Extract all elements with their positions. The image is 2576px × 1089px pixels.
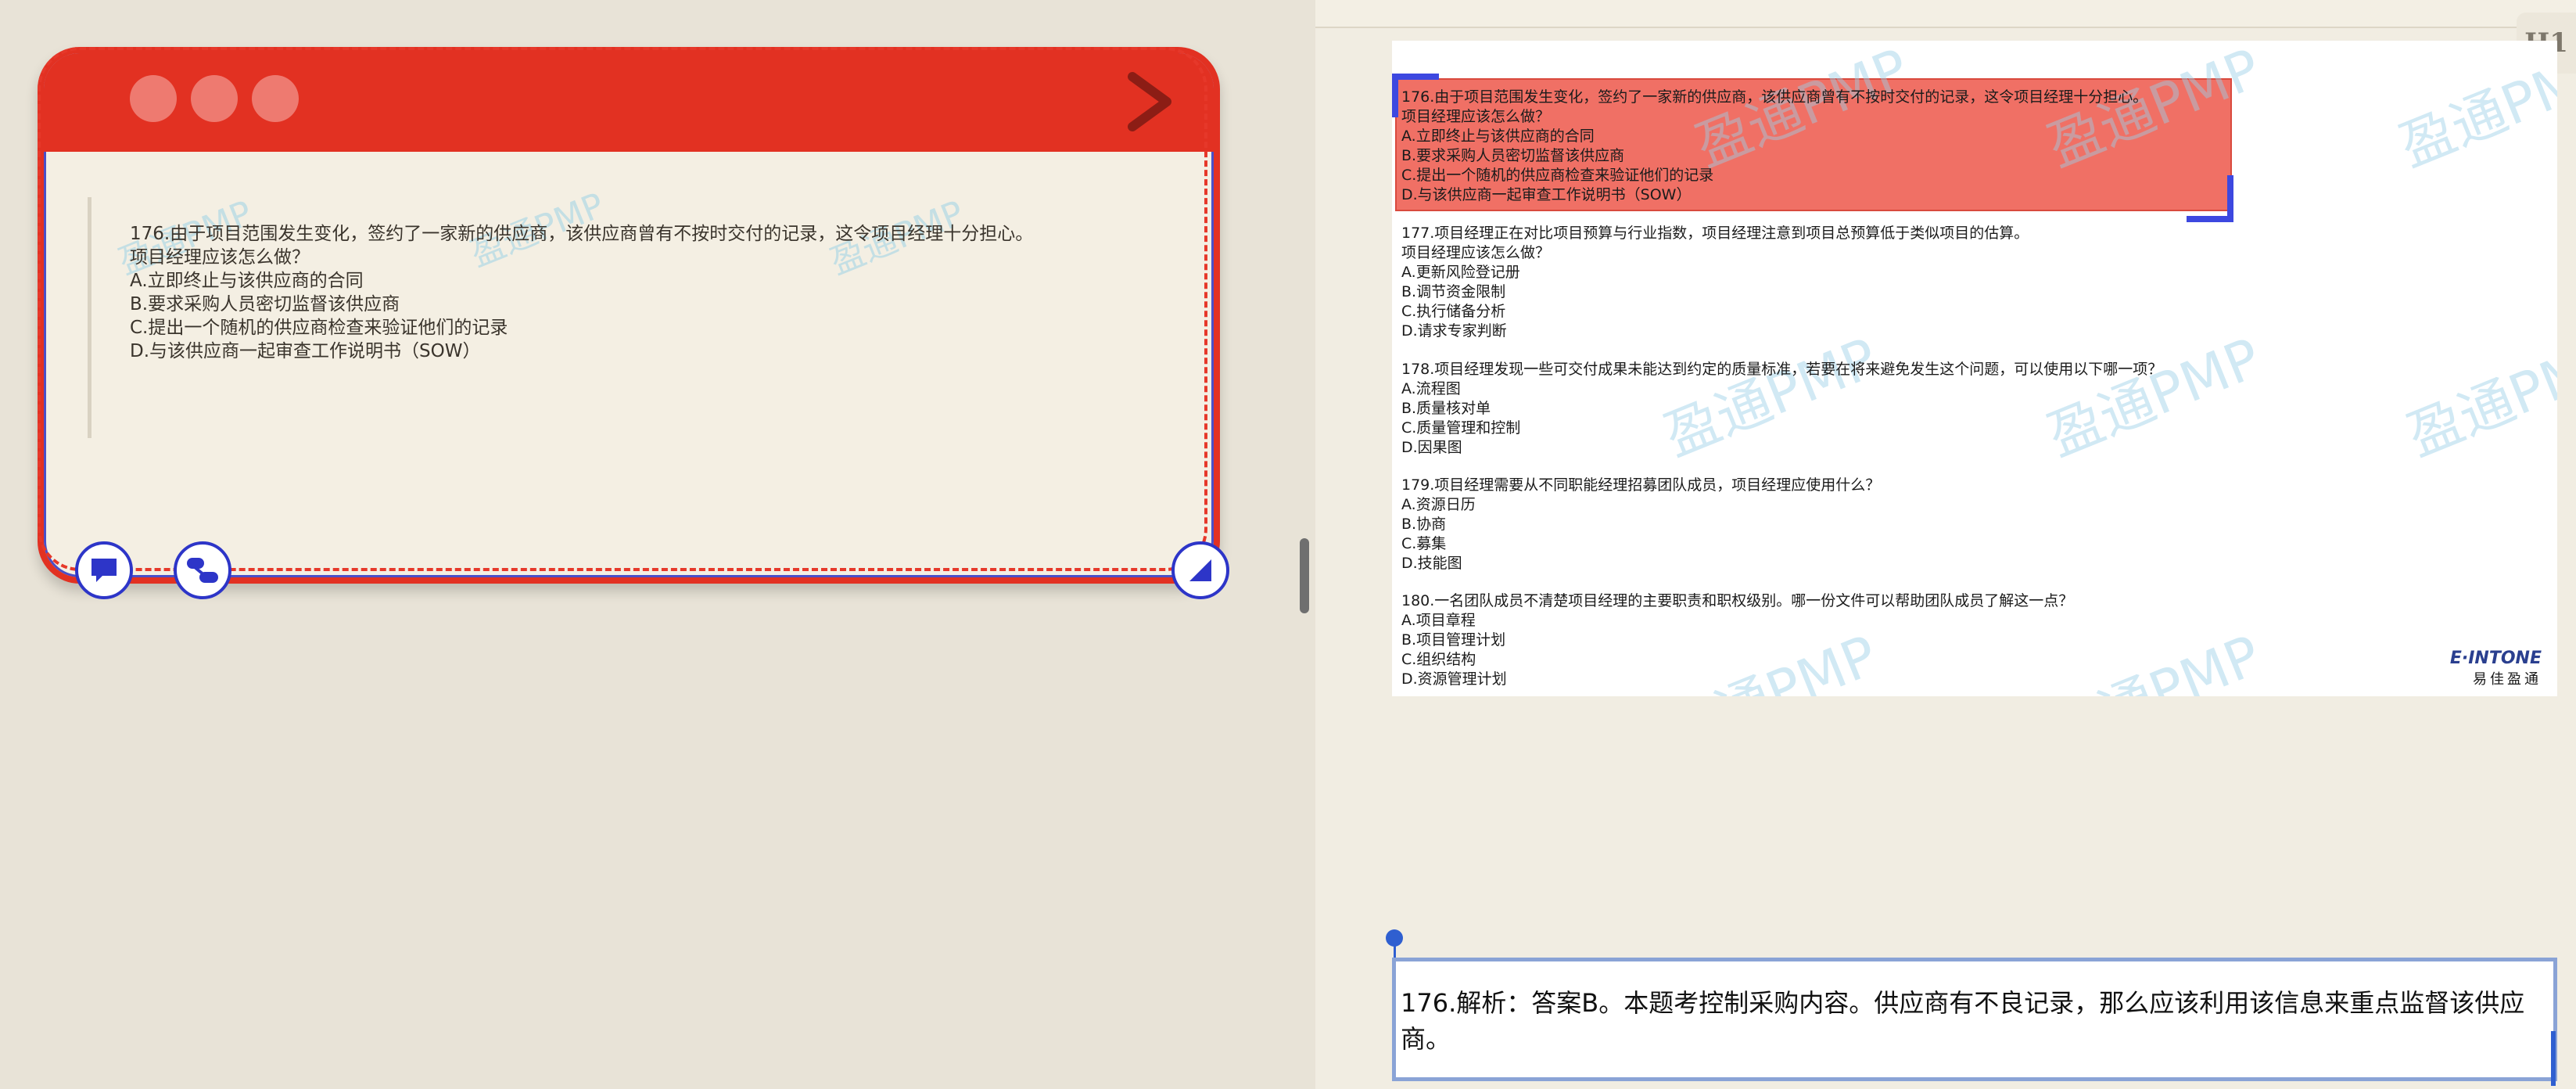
doc-question-176: 176.由于项目范围发生变化，签约了一家新的供应商，该供应商曾有不按时交付的记录… [1401, 88, 2147, 205]
doc-line: 177.项目经理正在对比项目预算与行业指数，项目经理注意到项目总预算低于类似项目… [1401, 225, 2029, 242]
logo-cn-text: 易佳盈通 [2473, 671, 2542, 688]
doc-line: D.请求专家判断 [1401, 322, 1507, 340]
watermark: 盈通PMP [2391, 41, 2557, 179]
mindmap-button[interactable] [174, 541, 231, 599]
resize-corner-button[interactable] [1171, 541, 1229, 599]
question-option: B.要求采购人员密切监督该供应商 [130, 294, 400, 314]
right-top-bar [1315, 0, 2576, 28]
doc-line: B.项目管理计划 [1401, 631, 1506, 649]
doc-question-177: 177.项目经理正在对比项目预算与行业指数，项目经理注意到项目总预算低于类似项目… [1401, 224, 2029, 341]
chevron-right-icon[interactable] [1121, 70, 1176, 133]
doc-line: 项目经理应该怎么做？ [1401, 108, 1551, 125]
quote-bar [88, 197, 91, 438]
logo-brand-text: E·INTONE [2449, 649, 2542, 668]
doc-line: A.流程图 [1401, 380, 1461, 397]
publisher-logo: E·INTONE 易佳盈通 [2450, 649, 2542, 688]
question-option: D.与该供应商一起审查工作说明书（SOW） [130, 341, 481, 361]
doc-line: A.更新风险登记册 [1401, 264, 1520, 281]
question-line: 176.由于项目范围发生变化，签约了一家新的供应商，该供应商曾有不按时交付的记录… [130, 224, 1034, 244]
question-option: C.提出一个随机的供应商检查来验证他们的记录 [130, 318, 508, 338]
explanation-text[interactable]: 176.解析：答案B。本题考控制采购内容。供应商有不良记录，那么应该利用该信息来… [1401, 985, 2555, 1057]
doc-line: C.提出一个随机的供应商检查来验证他们的记录 [1401, 167, 1714, 184]
mindmap-icon [187, 558, 218, 583]
document-page: 盈通PMP 盈通PMP 盈通PMP 盈通PMP 盈通PMP 盈通PMP 盈通PM… [1392, 41, 2557, 696]
question-line: 项目经理应该怎么做？ [130, 247, 310, 268]
doc-question-179: 179.项目经理需要从不同职能经理招募团队成员，项目经理应使用什么？ A.资源日… [1401, 476, 1880, 573]
card-question-text: 176.由于项目范围发生变化，签约了一家新的供应商，该供应商曾有不按时交付的记录… [130, 222, 1154, 363]
doc-question-180: 180.一名团队成员不清楚项目经理的主要职责和职权级别。哪一份文件可以帮助团队成… [1401, 591, 2073, 689]
question-option: A.立即终止与该供应商的合同 [130, 271, 364, 291]
selection-handle-bottom-right[interactable] [2187, 175, 2233, 222]
question-card[interactable]: 盈通PMP 盈通PMP 盈通PMP 176.由于项目范围发生变化，签约了一家新的… [38, 47, 1220, 584]
watermark: 盈通PMP [2398, 325, 2557, 469]
doc-line: A.立即终止与该供应商的合同 [1401, 128, 1595, 145]
doc-line: 178.项目经理发现一些可交付成果未能达到约定的质量标准，若要在将来避免发生这个… [1401, 361, 2163, 378]
card-header [44, 53, 1214, 152]
doc-line: C.质量管理和控制 [1401, 419, 1521, 437]
doc-line: B.要求采购人员密切监督该供应商 [1401, 147, 1625, 164]
doc-line: B.调节资金限制 [1401, 283, 1506, 300]
doc-line: C.执行储备分析 [1401, 303, 1506, 320]
doc-question-178: 178.项目经理发现一些可交付成果未能达到约定的质量标准，若要在将来避免发生这个… [1401, 360, 2162, 458]
selection-end-handle[interactable] [2551, 1031, 2556, 1086]
comment-icon [91, 559, 117, 582]
doc-line: C.募集 [1401, 535, 1447, 552]
text-cursor-line [1394, 937, 1396, 959]
doc-line: D.技能图 [1401, 555, 1462, 572]
doc-line: D.因果图 [1401, 439, 1462, 456]
doc-line: 179.项目经理需要从不同职能经理招募团队成员，项目经理应使用什么？ [1401, 476, 1881, 494]
doc-line: B.质量核对单 [1401, 400, 1491, 417]
doc-line: A.资源日历 [1401, 496, 1476, 513]
doc-line: C.组织结构 [1401, 651, 1476, 668]
doc-line: A.项目章程 [1401, 612, 1476, 629]
comment-button[interactable] [75, 541, 133, 599]
doc-line: D.资源管理计划 [1401, 670, 1507, 688]
window-dot-icon [191, 75, 238, 122]
explanation-box[interactable]: 176.解析：答案B。本题考控制采购内容。供应商有不良记录，那么应该利用该信息来… [1392, 958, 2557, 1081]
doc-line: D.与该供应商一起审查工作说明书（SOW） [1401, 186, 1692, 203]
window-dot-icon [252, 75, 299, 122]
doc-line: B.协商 [1401, 516, 1447, 533]
doc-line: 180.一名团队成员不清楚项目经理的主要职责和职权级别。哪一份文件可以帮助团队成… [1401, 592, 2074, 609]
window-dot-icon [130, 75, 177, 122]
doc-line: 176.由于项目范围发生变化，签约了一家新的供应商，该供应商曾有不按时交付的记录… [1401, 88, 2148, 106]
resize-corner-icon [1189, 559, 1211, 581]
pane-splitter-handle[interactable] [1300, 538, 1309, 613]
doc-line: 项目经理应该怎么做？ [1401, 244, 1551, 261]
